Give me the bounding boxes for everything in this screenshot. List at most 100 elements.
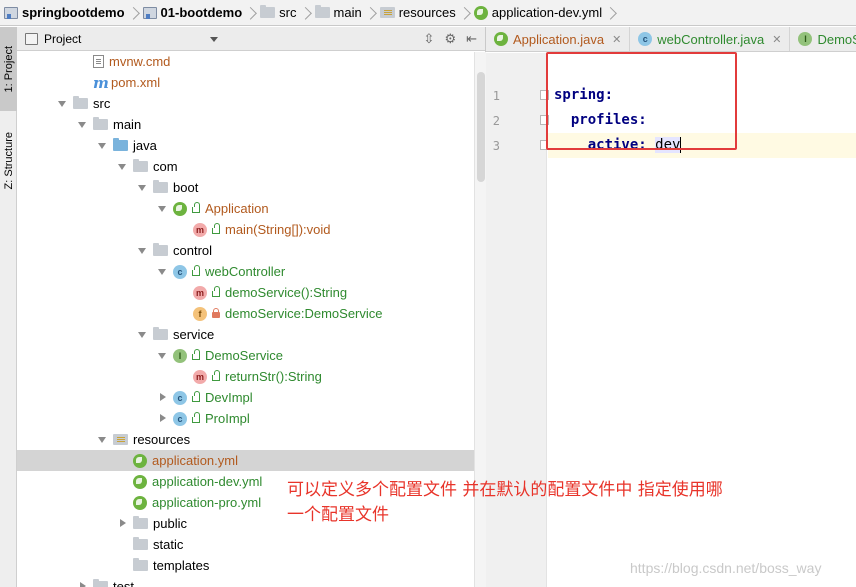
tree-item[interactable]: main — [17, 114, 474, 135]
expand-arrow-icon[interactable] — [98, 141, 107, 150]
collapse-arrow-icon[interactable] — [158, 393, 167, 402]
package-icon — [153, 243, 168, 256]
expand-arrow-icon[interactable] — [118, 162, 127, 171]
expand-arrow-icon[interactable] — [158, 351, 167, 360]
tab-webcontroller-java[interactable]: c webController.java ✕ — [630, 27, 791, 51]
close-icon[interactable]: ✕ — [612, 33, 621, 46]
tree-item-label: application-dev.yml — [152, 474, 263, 489]
module-icon — [4, 6, 18, 19]
tree-item[interactable]: m returnStr():String — [17, 366, 474, 387]
tree-item[interactable]: resources — [17, 429, 474, 450]
collapse-arrow-icon[interactable] — [158, 414, 167, 423]
tree-item[interactable]: boot — [17, 177, 474, 198]
tab-demoservice[interactable]: I DemoSe — [790, 27, 856, 51]
expand-arrow-icon[interactable] — [98, 435, 107, 444]
maven-icon: m — [93, 73, 109, 92]
tree-item[interactable]: service — [17, 324, 474, 345]
tree-item-label: demoService():String — [225, 285, 348, 300]
collapse-all-icon[interactable]: ⇳ — [424, 31, 435, 47]
folder-icon — [73, 96, 88, 109]
tree-item[interactable]: control — [17, 240, 474, 261]
tree-item[interactable]: m demoService():String — [17, 282, 474, 303]
hide-panel-icon[interactable]: ⇤ — [466, 31, 477, 47]
method-icon: m — [193, 222, 207, 237]
expand-arrow-icon[interactable] — [138, 330, 147, 339]
tool-window-stripe: 1: Project Z: Structure — [0, 27, 17, 587]
collapse-arrow-icon[interactable] — [118, 519, 127, 528]
tree-item[interactable]: com — [17, 156, 474, 177]
tab-application-java[interactable]: Application.java ✕ — [486, 27, 631, 51]
tree-item[interactable]: src — [17, 93, 474, 114]
folder-icon — [93, 579, 108, 587]
tree-item-label: DemoService — [205, 348, 284, 363]
expand-arrow-icon[interactable] — [78, 120, 87, 129]
collapse-arrow-icon[interactable] — [78, 582, 87, 587]
tree-item-label: java — [133, 138, 157, 153]
tree-item-label: test — [113, 579, 134, 587]
expand-arrow-icon[interactable] — [58, 99, 67, 108]
breadcrumb-item-file[interactable]: application-dev.yml — [473, 0, 620, 25]
breadcrumb: springbootdemo 01-bootdemo src main reso… — [0, 0, 856, 26]
tree-item[interactable]: Application — [17, 198, 474, 219]
class-icon: c — [173, 264, 187, 279]
private-access-icon — [212, 308, 220, 318]
project-tool-tab[interactable]: 1: Project — [0, 27, 17, 111]
annotation-text: 可以定义多个配置文件 并在默认的配置文件中 指定使用哪 一个配置文件 — [287, 480, 723, 525]
public-access-icon — [192, 349, 200, 360]
tree-item-label: ProImpl — [205, 411, 250, 426]
tree-item[interactable]: templates — [17, 555, 474, 576]
tree-item-label: main(String[]):void — [225, 222, 331, 237]
tree-item[interactable]: m pom.xml — [17, 72, 474, 93]
expand-arrow-icon[interactable] — [138, 246, 147, 255]
tree-item[interactable]: c webController — [17, 261, 474, 282]
line-number: 2 — [492, 114, 500, 128]
breadcrumb-item-src[interactable]: src — [260, 0, 314, 25]
annotation-highlight-box — [546, 52, 737, 150]
scrollbar-thumb[interactable] — [477, 72, 485, 182]
close-icon[interactable]: ✕ — [772, 33, 781, 46]
document-icon — [93, 55, 104, 68]
project-view-selector[interactable]: Project — [44, 32, 81, 46]
tree-item-label: templates — [153, 558, 210, 573]
tree-item-label: application.yml — [152, 453, 238, 468]
structure-tool-tab[interactable]: Z: Structure — [0, 119, 17, 203]
tree-item[interactable]: application.yml — [17, 450, 474, 471]
breadcrumb-item-resources[interactable]: resources — [379, 0, 474, 25]
breadcrumb-item-module[interactable]: 01-bootdemo — [142, 0, 261, 25]
tree-item-label: pom.xml — [111, 75, 161, 90]
public-access-icon — [212, 223, 220, 234]
tree-item-label: service — [173, 327, 215, 342]
tree-item[interactable]: c ProImpl — [17, 408, 474, 429]
chevron-down-icon[interactable] — [210, 37, 218, 42]
class-icon: c — [173, 390, 187, 405]
tree-item[interactable]: mvnw.cmd — [17, 51, 474, 72]
tree-item-label: mvnw.cmd — [109, 54, 171, 69]
tree-item[interactable]: f demoService:DemoService — [17, 303, 474, 324]
breadcrumb-item-main[interactable]: main — [314, 0, 380, 25]
tree-item[interactable]: I DemoService — [17, 345, 474, 366]
public-access-icon — [192, 202, 200, 213]
tree-item[interactable]: test — [17, 576, 474, 587]
public-access-icon — [192, 391, 200, 402]
tree-item-label: application-pro.yml — [152, 495, 262, 510]
gear-icon[interactable]: ⚙ — [444, 31, 456, 47]
tree-item[interactable]: c DevImpl — [17, 387, 474, 408]
tree-item[interactable]: static — [17, 534, 474, 555]
expand-arrow-icon[interactable] — [158, 204, 167, 213]
expand-arrow-icon[interactable] — [158, 267, 167, 276]
chevron-right-icon — [129, 0, 139, 25]
tree-item[interactable]: m main(String[]):void — [17, 219, 474, 240]
expand-arrow-icon[interactable] — [138, 183, 147, 192]
tree-item-label: demoService:DemoService — [225, 306, 383, 321]
folder-icon — [133, 537, 148, 550]
project-icon — [25, 32, 38, 45]
module-icon — [142, 6, 157, 19]
public-access-icon — [212, 286, 220, 297]
source-folder-icon — [113, 138, 128, 151]
tree-item[interactable]: java — [17, 135, 474, 156]
line-number: 3 — [492, 139, 500, 153]
breadcrumb-item-project[interactable]: springbootdemo — [4, 0, 143, 25]
package-icon — [153, 327, 168, 340]
tree-item-label: public — [153, 516, 187, 531]
package-icon — [153, 180, 168, 193]
